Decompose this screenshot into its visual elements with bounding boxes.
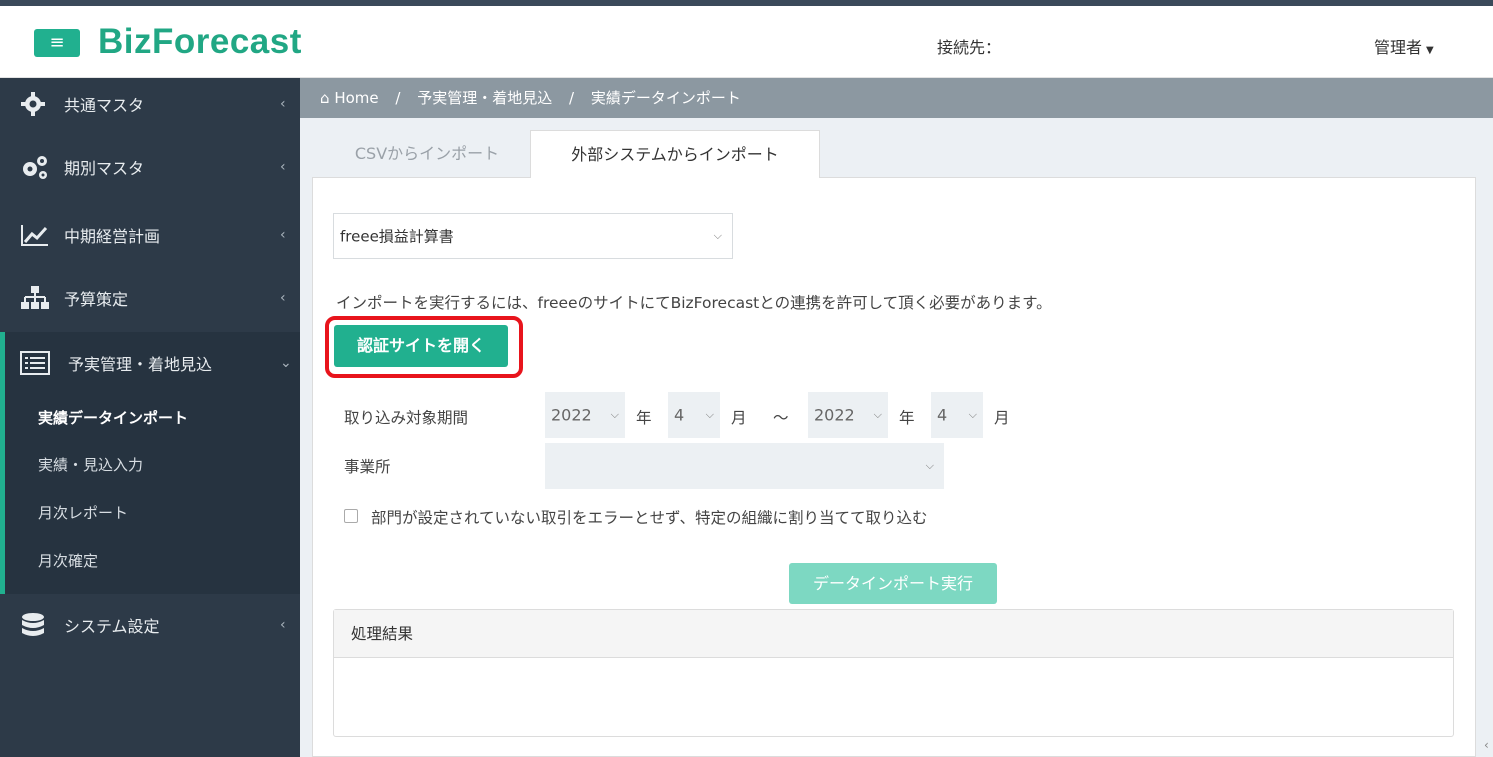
to-year-select[interactable]: 2022 ⌵ <box>808 392 888 438</box>
sitemap-icon <box>21 286 49 309</box>
to-month-select[interactable]: 4 ⌵ <box>931 392 983 438</box>
sidebar-item-label: 予算策定 <box>64 290 129 309</box>
unassigned-dept-checkbox-label[interactable]: 部門が設定されていない取引をエラーとせず、特定の組織に割り当てて取り込む <box>371 506 927 528</box>
result-panel-title: 処理結果 <box>334 610 1453 658</box>
range-separator: ～ <box>773 409 789 427</box>
app-logo[interactable]: BizForecast <box>98 22 302 62</box>
execute-import-button[interactable]: データインポート実行 <box>789 563 997 604</box>
office-label: 事業所 <box>344 458 391 476</box>
period-label: 取り込み対象期間 <box>344 409 469 427</box>
chevron-left-icon: ‹ <box>280 96 286 112</box>
sidebar-subitem-monthly-report[interactable]: 月次レポート <box>38 502 128 523</box>
database-icon <box>22 613 44 636</box>
source-select[interactable]: freee損益計算書 ⌵ <box>333 213 733 259</box>
office-select[interactable]: ⌵ <box>545 443 944 489</box>
breadcrumb-section[interactable]: 予実管理・着地見込 <box>417 89 552 107</box>
chevron-left-icon: ‹ <box>280 290 286 306</box>
chevron-down-icon: ⌵ <box>968 408 977 421</box>
tab-csv-import[interactable]: CSVからインポート <box>327 130 527 178</box>
sidebar-item-label: 中期経営計画 <box>64 227 161 246</box>
from-year-value: 2022 <box>551 405 592 425</box>
top-bar: ≡ BizForecast 接続先： 管理者 ▼ <box>0 6 1493 78</box>
sidebar-item-label: 期別マスタ <box>64 159 145 178</box>
sidebar-item-budget[interactable]: 予算策定 ‹ <box>0 267 300 329</box>
from-month-value: 4 <box>674 405 685 425</box>
sidebar-open-group: 予実管理・着地見込 ⌄ 実績データインポート 実績・見込入力 月次レポート 月次… <box>0 332 300 594</box>
breadcrumb-separator: / <box>395 89 401 107</box>
sidebar-subitem-actual-input[interactable]: 実績・見込入力 <box>38 454 143 475</box>
sidebar-subitem-monthly-close[interactable]: 月次確定 <box>38 550 98 571</box>
gears-icon <box>23 156 47 179</box>
chevron-down-icon: ⌵ <box>713 229 722 242</box>
month-unit: 月 <box>994 409 1010 427</box>
sidebar-item-actual-management[interactable]: 予実管理・着地見込 ⌄ <box>0 332 300 394</box>
sidebar-item-common-master[interactable]: 共通マスタ ‹ <box>0 73 300 135</box>
home-icon: ⌂ <box>320 89 330 107</box>
sidebar-item-system-settings[interactable]: システム設定 ‹ <box>0 594 300 656</box>
user-name: 管理者 <box>1374 38 1423 57</box>
chevron-left-icon: ‹ <box>280 159 286 175</box>
to-year-value: 2022 <box>814 405 855 425</box>
sidebar-subitem-actual-import[interactable]: 実績データインポート <box>38 407 188 428</box>
hamburger-icon: ≡ <box>49 32 65 53</box>
breadcrumb-separator: / <box>569 89 575 107</box>
breadcrumb-current: 実績データインポート <box>590 89 741 107</box>
year-unit: 年 <box>899 409 915 427</box>
chevron-down-icon: ⌵ <box>873 408 882 421</box>
from-month-select[interactable]: 4 ⌵ <box>668 392 720 438</box>
sidebar-item-midterm-plan[interactable]: 中期経営計画 ‹ <box>0 204 300 266</box>
breadcrumb-home[interactable]: Home <box>334 89 378 107</box>
year-unit: 年 <box>636 409 652 427</box>
source-select-value: freee損益計算書 <box>340 227 454 246</box>
chevron-left-icon: ‹ <box>280 617 286 633</box>
chevron-down-icon: ⌵ <box>705 408 714 421</box>
line-chart-icon <box>21 225 48 246</box>
gear-icon <box>21 92 45 116</box>
list-icon <box>20 351 50 375</box>
open-auth-site-button[interactable]: 認証サイトを開く <box>334 325 508 367</box>
sidebar: 共通マスタ ‹ 期別マスタ ‹ 中期経営計画 ‹ 予算策定 ‹ 予実管理・着地見… <box>0 78 300 757</box>
collapse-arrow-icon[interactable]: ‹ <box>1484 738 1489 752</box>
menu-toggle-button[interactable]: ≡ <box>34 29 80 57</box>
caret-down-icon: ▼ <box>1426 45 1434 56</box>
tab-external-import[interactable]: 外部システムからインポート <box>530 130 820 178</box>
chevron-down-icon: ⌄ <box>280 355 292 371</box>
user-menu[interactable]: 管理者 ▼ <box>1374 34 1434 58</box>
month-unit: 月 <box>731 409 747 427</box>
connection-label: 接続先： <box>937 38 1002 57</box>
chevron-down-icon: ⌵ <box>610 408 619 421</box>
sidebar-item-label: 共通マスタ <box>64 96 145 115</box>
sidebar-item-period-master[interactable]: 期別マスタ ‹ <box>0 136 300 198</box>
from-year-select[interactable]: 2022 ⌵ <box>545 392 625 438</box>
sidebar-item-label: システム設定 <box>64 617 160 636</box>
auth-info-text: インポートを実行するには、freeeのサイトにてBizForecastとの連携を… <box>336 294 1052 312</box>
unassigned-dept-checkbox[interactable] <box>344 509 358 523</box>
result-panel: 処理結果 <box>333 609 1454 737</box>
breadcrumb: ⌂ Home / 予実管理・着地見込 / 実績データインポート <box>300 78 1493 118</box>
chevron-down-icon: ⌵ <box>925 459 934 472</box>
sidebar-item-label: 予実管理・着地見込 <box>68 355 213 374</box>
to-month-value: 4 <box>937 405 948 425</box>
chevron-left-icon: ‹ <box>280 227 286 243</box>
